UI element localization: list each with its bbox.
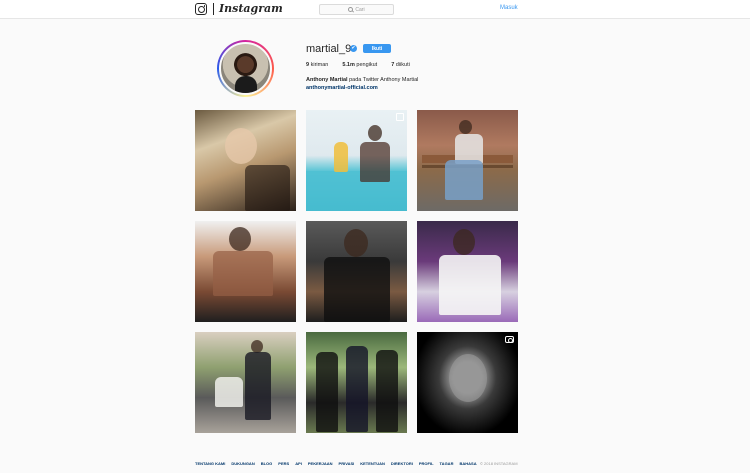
photo-pool	[306, 170, 407, 211]
login-link[interactable]: Masuk	[500, 5, 518, 11]
search-icon	[348, 7, 354, 12]
instagram-wordmark[interactable]: Instagram	[219, 2, 283, 15]
stat-posts: 9 kiriman	[306, 62, 328, 68]
photo-planter	[215, 377, 243, 407]
photo-subject	[368, 125, 382, 141]
photo-subject-body	[360, 142, 390, 182]
post-5[interactable]	[306, 221, 407, 322]
verified-badge-icon: ✔	[350, 45, 357, 52]
footer-link-profiles[interactable]: PROFIL	[419, 461, 434, 466]
search-placeholder: Cari	[355, 6, 365, 13]
photo-subject-center	[346, 346, 368, 432]
post-grid	[195, 110, 518, 433]
footer-links: TENTANG KAMI DUKUNGAN BLOG PERS API PEKE…	[195, 461, 518, 466]
post-8[interactable]	[306, 332, 407, 433]
photo-subject	[449, 354, 487, 402]
top-nav: Instagram Cari Masuk	[0, 0, 750, 19]
profile-username: martial_9	[306, 43, 352, 55]
photo-subject-shirt	[439, 255, 501, 315]
stat-followers[interactable]: 5.1m pengikut	[342, 62, 377, 68]
instagram-camera-icon[interactable]	[195, 3, 207, 15]
photo-subject-body	[324, 257, 390, 322]
photo-subject	[229, 227, 251, 251]
profile-stats: 9 kiriman 5.1m pengikut 7 diikuti	[306, 62, 424, 68]
footer-link-language[interactable]: BAHASA	[459, 461, 476, 466]
carousel-icon	[396, 113, 404, 121]
footer-link-directory[interactable]: DIREKTORI	[391, 461, 413, 466]
stat-following-label: diikuti	[395, 62, 410, 68]
post-7[interactable]	[195, 332, 296, 433]
stat-followers-label: pengikut	[356, 62, 378, 68]
post-6[interactable]	[417, 221, 518, 322]
photo-subject	[344, 229, 368, 257]
profile-website-link[interactable]: anthonymartial-official.com	[306, 85, 378, 91]
footer-link-privacy[interactable]: PRIVASI	[339, 461, 355, 466]
profile-avatar[interactable]	[217, 40, 274, 97]
footer-link-jobs[interactable]: PEKERJAAN	[308, 461, 333, 466]
footer-link-blog[interactable]: BLOG	[261, 461, 273, 466]
stat-posts-label: kiriman	[310, 62, 329, 68]
stat-followers-count: 5.1m	[342, 62, 355, 68]
footer-link-press[interactable]: PERS	[278, 461, 289, 466]
profile-bio-text: pada Twitter Anthony Martial	[349, 77, 419, 83]
footer-link-terms[interactable]: KETENTUAN	[360, 461, 385, 466]
post-9[interactable]	[417, 332, 518, 433]
photo-subject-jeans	[445, 160, 483, 200]
footer-link-api[interactable]: API	[295, 461, 302, 466]
photo-subject	[453, 229, 475, 255]
stat-following[interactable]: 7 diikuti	[391, 62, 410, 68]
post-1[interactable]	[195, 110, 296, 211]
search-input[interactable]: Cari	[319, 4, 394, 15]
stat-following-count: 7	[391, 62, 395, 68]
photo-subject	[459, 120, 472, 134]
photo-child	[334, 142, 348, 172]
post-2[interactable]	[306, 110, 407, 211]
video-icon	[505, 336, 514, 343]
photo-subject-body	[213, 251, 273, 296]
footer-link-about[interactable]: TENTANG KAMI	[195, 461, 225, 466]
profile-bio: Anthony Martial pada Twitter Anthony Mar…	[306, 77, 418, 83]
photo-subject-left	[316, 352, 338, 432]
footer-link-hashtags[interactable]: TAGAR	[440, 461, 454, 466]
follow-button[interactable]: Ikuti	[363, 44, 391, 53]
profile-full-name: Anthony Martial	[306, 77, 348, 83]
logo-divider	[213, 3, 214, 15]
photo-subject-body	[245, 165, 290, 211]
footer-copyright: © 2018 INSTAGRAM	[480, 461, 518, 466]
avatar-image	[219, 42, 272, 95]
footer-link-support[interactable]: DUKUNGAN	[231, 461, 254, 466]
photo-subject-right	[376, 350, 398, 432]
stat-posts-count: 9	[306, 62, 310, 68]
post-3[interactable]	[417, 110, 518, 211]
photo-subject-body	[245, 352, 271, 420]
post-4[interactable]	[195, 221, 296, 322]
photo-subject	[225, 128, 257, 164]
